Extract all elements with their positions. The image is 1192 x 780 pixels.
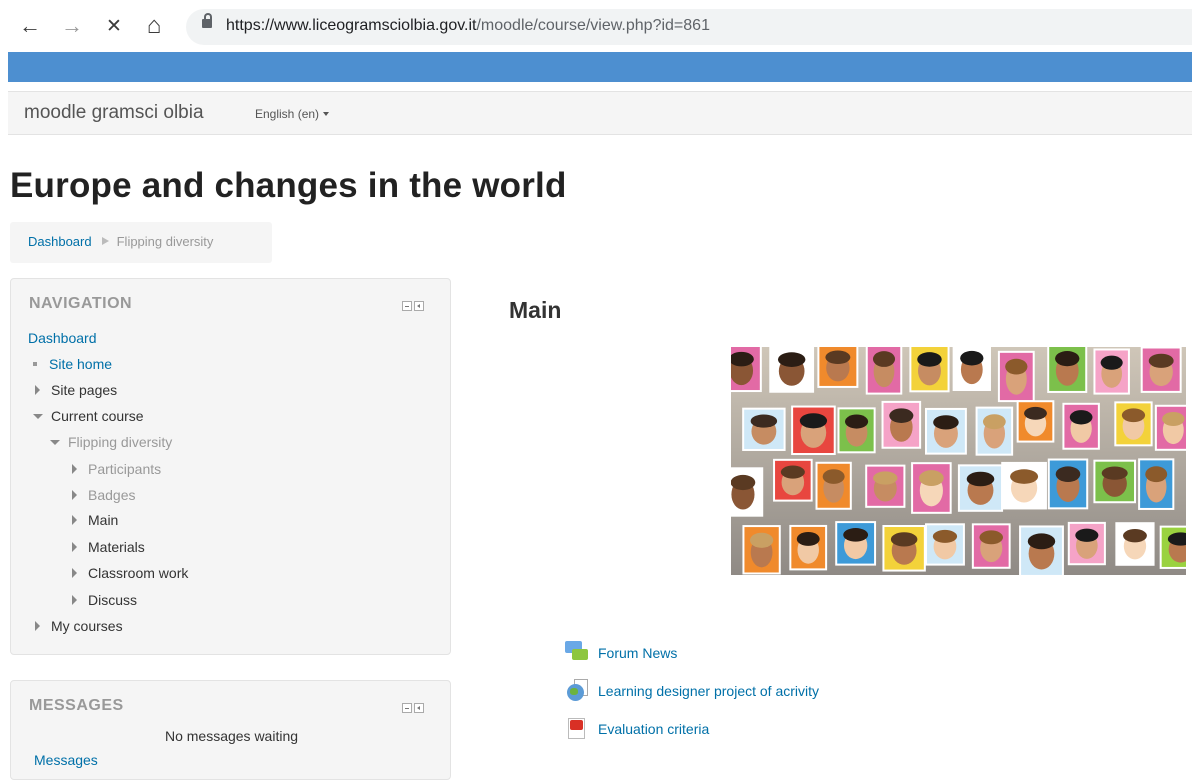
nav-badges[interactable]: Badges <box>72 487 135 503</box>
expand-icon <box>72 464 77 474</box>
stop-icon[interactable]: ✕ <box>102 14 126 38</box>
breadcrumb-separator-icon <box>101 237 109 245</box>
nav-my-courses-label: My courses <box>51 618 123 634</box>
nav-participants-label: Participants <box>88 461 162 477</box>
address-bar[interactable]: https://www.liceogramsciolbia.gov.it/moo… <box>186 9 1192 45</box>
messages-status: No messages waiting <box>164 728 299 744</box>
messages-link[interactable]: Messages <box>34 752 98 768</box>
language-label: English (en) <box>255 107 320 121</box>
collapse-block-icon[interactable] <box>402 301 412 311</box>
expand-icon <box>35 385 40 395</box>
nav-my-courses[interactable]: My courses <box>35 618 123 634</box>
activity-label: Forum News <box>598 645 678 661</box>
messages-block: MESSAGES No messages waiting Messages <box>10 680 451 780</box>
nav-materials-label: Materials <box>88 539 145 555</box>
home-icon[interactable]: ⌂ <box>142 12 166 39</box>
breadcrumb-current[interactable]: Flipping diversity <box>117 234 214 249</box>
section-title: Main <box>509 297 562 323</box>
navigation-block-title: NAVIGATION <box>29 295 133 312</box>
expand-icon <box>72 595 77 605</box>
expand-icon <box>72 490 77 500</box>
diverse-faces-collage-image <box>731 347 1186 575</box>
block-controls <box>402 301 424 311</box>
nav-discuss[interactable]: Discuss <box>72 592 137 608</box>
activity-evaluation-criteria[interactable]: Evaluation criteria <box>565 717 709 741</box>
collapse-block-icon[interactable] <box>402 703 412 713</box>
site-navbar: moodle gramsci olbia English (en) <box>8 91 1192 135</box>
address-url[interactable]: https://www.liceogramsciolbia.gov.it/moo… <box>226 17 710 35</box>
nav-main[interactable]: Main <box>72 512 118 528</box>
collage-graphic <box>731 347 1186 575</box>
nav-site-home-label: Site home <box>49 356 113 372</box>
site-brand[interactable]: moodle gramsci olbia <box>24 102 204 124</box>
block-controls <box>402 703 424 713</box>
browser-toolbar: ← → ✕ ⌂ https://www.liceogramsciolbia.go… <box>0 0 1192 52</box>
nav-site-home[interactable]: Site home <box>29 356 112 372</box>
site-header-band <box>8 52 1192 82</box>
url-path: /moodle/course/view.php?id=861 <box>476 17 710 34</box>
nav-discuss-label: Discuss <box>88 592 138 608</box>
lock-icon <box>202 13 212 28</box>
pdf-icon <box>565 717 589 741</box>
language-menu[interactable]: English (en) <box>255 107 330 121</box>
navigation-block: NAVIGATION Dashboard Site home Site page… <box>10 278 451 655</box>
nav-course-label: Flipping diversity <box>68 434 173 450</box>
nav-materials[interactable]: Materials <box>72 539 145 555</box>
chevron-down-icon <box>323 112 330 116</box>
nav-site-pages[interactable]: Site pages <box>35 382 117 398</box>
activity-label: Evaluation criteria <box>598 721 710 737</box>
nav-classroom-work[interactable]: Classroom work <box>72 565 188 581</box>
bullet-icon <box>33 362 37 366</box>
back-icon[interactable]: ← <box>18 13 42 38</box>
expand-icon <box>72 568 77 578</box>
collapse-icon <box>33 414 43 419</box>
nav-course-flipping-diversity[interactable]: Flipping diversity <box>50 434 172 450</box>
dock-block-icon[interactable] <box>414 703 424 713</box>
page-title: Europe and changes in the world <box>10 166 567 205</box>
breadcrumb: Dashboard Flipping diversity <box>10 222 272 263</box>
learning-designer-icon <box>565 679 589 703</box>
nav-classroom-work-label: Classroom work <box>88 565 189 581</box>
nav-site-pages-label: Site pages <box>51 382 118 398</box>
messages-block-title: MESSAGES <box>29 697 124 714</box>
activity-label: Learning designer project of acrivity <box>598 683 820 699</box>
collapse-icon <box>50 440 60 445</box>
nav-current-course[interactable]: Current course <box>33 408 144 424</box>
forum-icon <box>565 641 589 665</box>
nav-dashboard[interactable]: Dashboard <box>28 330 97 346</box>
dock-block-icon[interactable] <box>414 301 424 311</box>
activity-forum-news[interactable]: Forum News <box>565 641 677 665</box>
nav-badges-label: Badges <box>88 487 136 503</box>
nav-main-label: Main <box>88 512 119 528</box>
breadcrumb-dashboard[interactable]: Dashboard <box>28 234 92 249</box>
expand-icon <box>35 621 40 631</box>
nav-participants[interactable]: Participants <box>72 461 161 477</box>
activity-learning-designer[interactable]: Learning designer project of acrivity <box>565 679 819 703</box>
expand-icon <box>72 515 77 525</box>
forward-icon[interactable]: → <box>60 13 84 38</box>
url-host: https://www.liceogramsciolbia.gov.it <box>226 17 477 34</box>
nav-current-course-label: Current course <box>51 408 144 424</box>
expand-icon <box>72 542 77 552</box>
